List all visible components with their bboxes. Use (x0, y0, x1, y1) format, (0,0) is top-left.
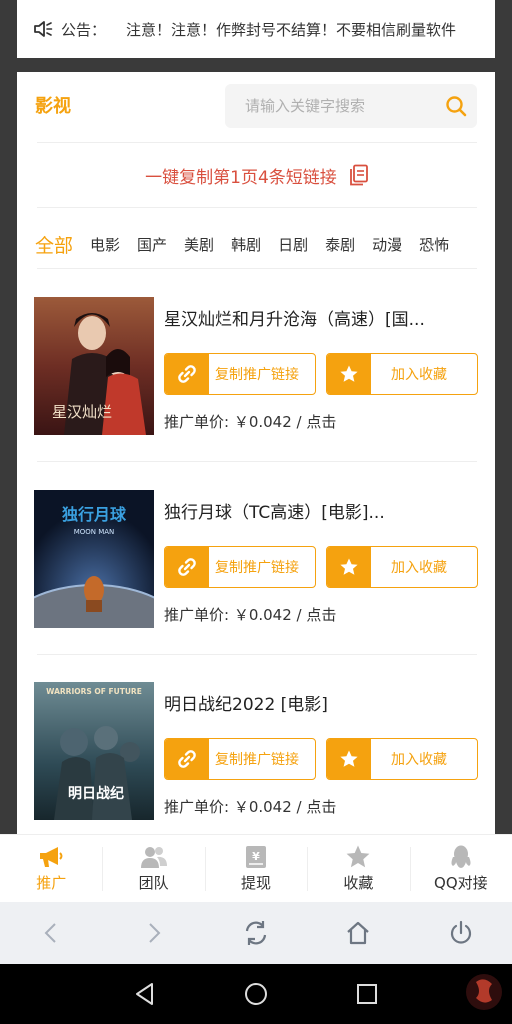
tab-qq-connect-label: QQ对接 (434, 874, 488, 892)
poster-title-art: WARRIORS OF FUTURE (46, 687, 142, 696)
category-tab-us-drama[interactable]: 美剧 (184, 234, 214, 255)
back-button[interactable] (31, 913, 71, 953)
notice-bar: 公告： 注意！注意！作弊封号不结算！不要相信刷量软件 (17, 0, 495, 58)
item-title[interactable]: 明日战纪2022 [电影] (164, 690, 474, 715)
search-box (225, 84, 477, 128)
home-button[interactable] (338, 913, 378, 953)
refresh-icon (245, 921, 267, 945)
copy-all-links-button[interactable]: 一键复制第1页4条短链接 (37, 142, 477, 208)
list-item: WARRIORS OF FUTURE 明日战纪 明日战纪2022 [电影] 复制… (34, 682, 478, 824)
notice-label: 公告： (61, 20, 107, 39)
qq-penguin-icon (451, 845, 471, 868)
list-item: 星汉灿烂 星汉灿烂和月升沧海（高速）[国... 复制推广链接 加入收藏 推广单价… (34, 297, 478, 439)
divider (37, 268, 477, 269)
tab-favorites-label: 收藏 (343, 874, 374, 892)
category-tab-korean-drama[interactable]: 韩剧 (231, 234, 261, 255)
copy-link-label: 复制推广链接 (215, 367, 299, 383)
tab-qq-connect[interactable]: QQ对接 (409, 835, 512, 902)
triangle-back-icon (136, 983, 154, 1005)
copy-all-links-label: 一键复制第1页4条短链接 (145, 167, 337, 188)
power-button[interactable] (441, 913, 481, 953)
tab-team[interactable]: 团队 (102, 835, 204, 902)
category-tab-all[interactable]: 全部 (35, 231, 73, 258)
category-tab-horror[interactable]: 恐怖 (419, 234, 449, 255)
power-icon (450, 920, 471, 944)
copy-link-button[interactable]: 复制推广链接 (164, 738, 316, 780)
add-favorite-label: 加入收藏 (391, 560, 447, 576)
add-favorite-label: 加入收藏 (391, 752, 447, 768)
star-icon (327, 354, 371, 394)
nav-home-button[interactable] (236, 974, 276, 1014)
add-favorite-button[interactable]: 加入收藏 (326, 546, 478, 588)
category-tab-thai-drama[interactable]: 泰剧 (325, 234, 355, 255)
chevron-left-icon (44, 923, 56, 943)
poster-title-art: 独行月球 (62, 505, 127, 524)
poster-title-art: 星汉灿烂 (52, 403, 112, 421)
poster-image[interactable]: 星汉灿烂 (34, 297, 154, 435)
refresh-button[interactable] (236, 913, 276, 953)
star-icon (347, 845, 370, 868)
copy-icon (349, 164, 368, 186)
copy-link-label: 复制推广链接 (215, 752, 299, 768)
star-icon (327, 547, 371, 587)
add-favorite-button[interactable]: 加入收藏 (326, 353, 478, 395)
link-icon (165, 739, 209, 779)
nav-recents-button[interactable] (347, 974, 387, 1014)
chevron-right-icon (148, 923, 160, 943)
team-icon (140, 847, 167, 868)
wallet-icon: ¥ (246, 846, 267, 868)
tab-promote-label: 推广 (36, 874, 67, 892)
poster-subtitle-art: MOON MAN (74, 528, 115, 536)
category-tabs: 全部 电影 国产 美剧 韩剧 日剧 泰剧 动漫 恐怖 (35, 222, 495, 266)
page-title: 影视 (35, 96, 71, 117)
megaphone-icon (40, 847, 63, 867)
forward-button[interactable] (134, 913, 174, 953)
tab-promote[interactable]: 推广 (0, 835, 102, 902)
search-input[interactable] (245, 84, 435, 128)
category-tab-anime[interactable]: 动漫 (372, 234, 402, 255)
add-favorite-label: 加入收藏 (391, 367, 447, 383)
category-tab-movie[interactable]: 电影 (90, 234, 120, 255)
watermark-logo (466, 974, 502, 1010)
copy-link-button[interactable]: 复制推广链接 (164, 353, 316, 395)
divider (37, 654, 477, 655)
card-header: 影视 (17, 72, 495, 140)
price-text: 推广单价: ￥0.042 / 点击 (164, 798, 337, 816)
link-icon (165, 547, 209, 587)
list-item: 独行月球 MOON MAN 独行月球（TC高速）[电影]... 复制推广链接 加… (34, 490, 478, 632)
bottom-tab-bar: 推广 团队 ¥ 提现 收藏 QQ对接 (0, 834, 512, 902)
nav-back-button[interactable] (125, 974, 165, 1014)
copy-link-label: 复制推广链接 (215, 560, 299, 576)
divider (37, 461, 477, 462)
square-recents-icon (356, 984, 377, 1004)
tab-withdraw-label: 提现 (241, 874, 272, 892)
tab-favorites[interactable]: 收藏 (307, 835, 409, 902)
poster-image[interactable]: WARRIORS OF FUTURE 明日战纪 (34, 682, 154, 820)
price-text: 推广单价: ￥0.042 / 点击 (164, 606, 337, 624)
add-favorite-button[interactable]: 加入收藏 (326, 738, 478, 780)
circle-home-icon (244, 983, 267, 1005)
star-icon (327, 739, 371, 779)
category-tab-domestic[interactable]: 国产 (137, 234, 167, 255)
tab-team-label: 团队 (138, 874, 169, 892)
item-title[interactable]: 独行月球（TC高速）[电影]... (164, 498, 474, 523)
item-title[interactable]: 星汉灿烂和月升沧海（高速）[国... (164, 305, 474, 330)
content-card: 影视 一键复制第1页4条短链接 全部 电影 国产 美剧 韩剧 日剧 泰剧 动漫 … (17, 72, 495, 834)
home-icon (347, 921, 370, 945)
tab-withdraw[interactable]: ¥ 提现 (204, 835, 307, 902)
price-text: 推广单价: ￥0.042 / 点击 (164, 413, 337, 431)
poster-image[interactable]: 独行月球 MOON MAN (34, 490, 154, 628)
system-nav-bar (0, 964, 512, 1024)
copy-link-button[interactable]: 复制推广链接 (164, 546, 316, 588)
poster-subtitle-art: 明日战纪 (68, 785, 124, 802)
search-icon[interactable] (445, 95, 467, 117)
link-icon (165, 354, 209, 394)
notice-text: 注意！注意！作弊封号不结算！不要相信刷量软件 (126, 20, 457, 39)
category-tab-japanese-drama[interactable]: 日剧 (278, 234, 308, 255)
speaker-icon (34, 21, 53, 37)
browser-toolbar (0, 902, 512, 964)
svg-text:¥: ¥ (252, 850, 260, 863)
